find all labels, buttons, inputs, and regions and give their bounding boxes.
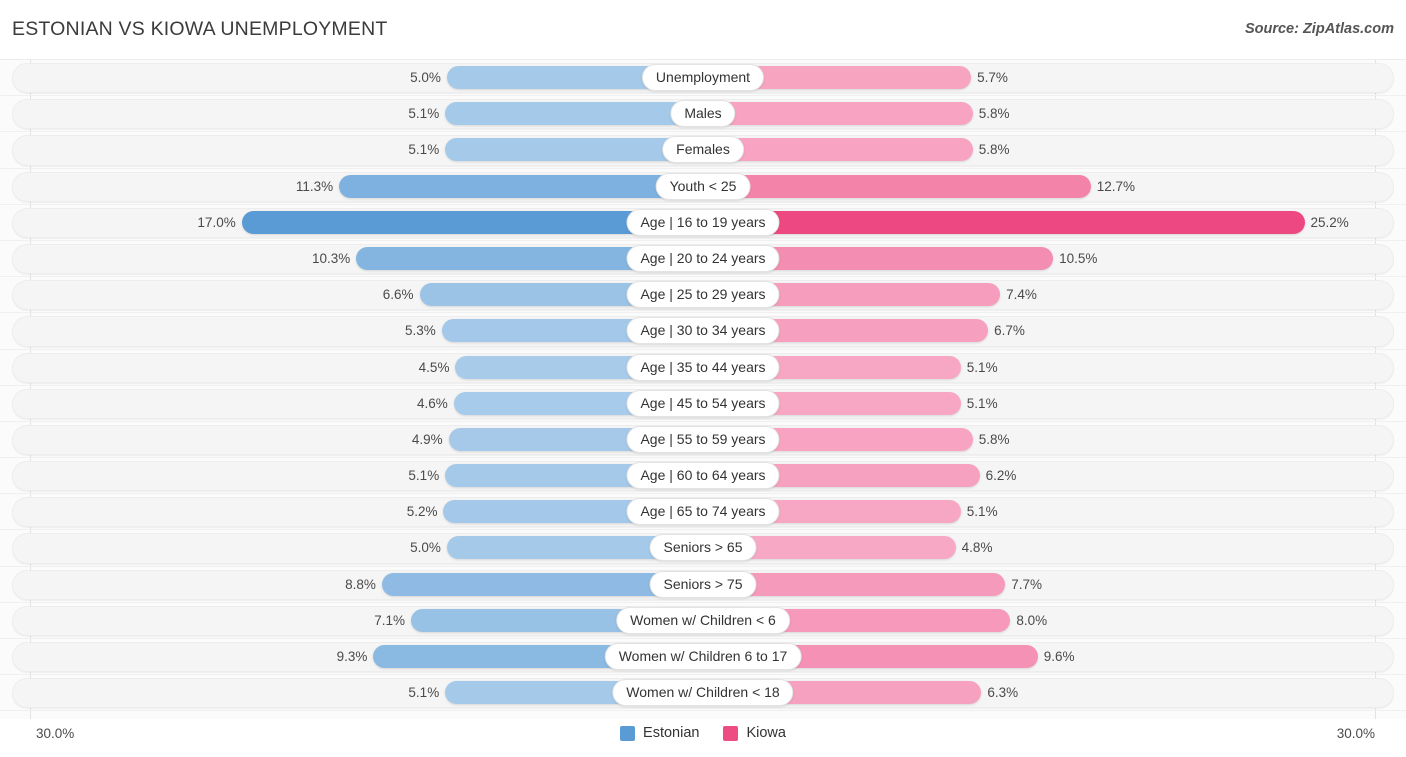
value-label-estonian: 5.1%	[408, 106, 440, 122]
chart-page: ESTONIAN VS KIOWA UNEMPLOYMENT Source: Z…	[0, 0, 1406, 757]
chart-row: 5.1% 5.8% Males	[0, 96, 1406, 133]
value-label-estonian: 9.3%	[336, 649, 368, 664]
value-label-estonian: 8.8%	[345, 576, 376, 592]
chart-row: 5.0% 5.7% Unemployment	[0, 60, 1406, 97]
bar-kiowa	[703, 210, 1305, 234]
value-label-estonian: 5.3%	[405, 323, 436, 339]
bar-estonian	[445, 102, 703, 126]
value-label-kiowa: 4.8%	[961, 540, 993, 556]
category-label-pill: Age | 16 to 19 years	[626, 208, 780, 236]
value-label-kiowa: 5.1%	[966, 395, 998, 411]
value-label-kiowa: 5.8%	[978, 106, 1010, 122]
value-label-estonian: 5.0%	[410, 540, 441, 556]
value-label-kiowa: 10.5%	[1059, 250, 1098, 266]
legend-swatch-icon	[723, 725, 739, 741]
category-label-pill: Age | 25 to 29 years	[626, 281, 780, 309]
chart-row: 5.1% 6.2% Age | 60 to 64 years	[0, 458, 1406, 495]
category-label-pill: Age | 55 to 59 years	[626, 425, 780, 453]
chart-legend: Estonian Kiowa	[0, 725, 1406, 741]
value-label-kiowa: 7.4%	[1006, 287, 1037, 303]
category-label-pill: Age | 45 to 54 years	[626, 389, 780, 417]
chart-row: 8.8% 7.7% Seniors > 75	[0, 567, 1406, 603]
value-label-estonian: 4.5%	[418, 359, 450, 375]
category-label-pill: Age | 35 to 44 years	[626, 353, 780, 381]
value-label-estonian: 5.2%	[406, 504, 438, 520]
chart-row: 7.1% 8.0% Women w/ Children < 6	[0, 603, 1406, 639]
category-label-pill: Males	[670, 100, 736, 128]
value-label-kiowa: 6.3%	[987, 685, 1019, 701]
category-label-pill: Age | 30 to 34 years	[626, 317, 780, 345]
chart-row: 5.1% 6.3% Women w/ Children < 18	[0, 675, 1406, 712]
chart-row: 5.2% 5.1% Age | 65 to 74 years	[0, 494, 1406, 531]
value-label-kiowa: 5.1%	[966, 359, 998, 375]
bar-kiowa	[703, 102, 973, 126]
bar-estonian	[339, 174, 703, 198]
category-label-pill: Age | 60 to 64 years	[626, 462, 780, 490]
value-label-kiowa: 7.7%	[1011, 576, 1043, 592]
chart-plot-area: 5.0% 5.7% Unemployment 5.1% 5.8% Males 5.1% 5.8…	[0, 59, 1406, 719]
value-label-estonian: 5.0%	[410, 70, 441, 85]
category-label-pill: Unemployment	[641, 64, 765, 91]
value-label-kiowa: 6.7%	[994, 323, 1025, 339]
legend-item[interactable]: Estonian	[620, 725, 699, 741]
chart-row: 10.3% 10.5% Age | 20 to 24 years	[0, 241, 1406, 278]
chart-row: 5.1% 5.8% Females	[0, 132, 1406, 169]
legend-swatch-icon	[620, 725, 636, 741]
value-label-kiowa: 5.8%	[978, 431, 1010, 447]
bar-kiowa	[703, 174, 1091, 198]
value-label-estonian: 5.1%	[408, 468, 440, 484]
value-label-estonian: 7.1%	[374, 612, 405, 628]
chart-row: 5.3% 6.7% Age | 30 to 34 years	[0, 313, 1406, 350]
chart-row: 9.3% 9.6% Women w/ Children 6 to 17	[0, 639, 1406, 676]
category-label-pill: Seniors > 65	[649, 534, 757, 562]
category-label-pill: Age | 20 to 24 years	[626, 244, 780, 272]
value-label-estonian: 6.6%	[382, 287, 414, 303]
category-label-pill: Females	[662, 136, 744, 164]
legend-label: Kiowa	[746, 725, 786, 741]
value-label-estonian: 4.9%	[411, 431, 443, 447]
value-label-kiowa: 6.2%	[985, 468, 1017, 484]
category-label-pill: Age | 65 to 74 years	[626, 498, 780, 526]
category-label-pill: Women w/ Children < 18	[612, 679, 794, 707]
chart-header: ESTONIAN VS KIOWA UNEMPLOYMENT Source: Z…	[0, 0, 1406, 57]
value-label-kiowa: 5.8%	[978, 142, 1010, 158]
value-label-estonian: 4.6%	[416, 395, 448, 411]
value-label-estonian: 5.1%	[408, 685, 440, 701]
value-label-estonian: 10.3%	[312, 250, 351, 266]
value-label-kiowa: 5.7%	[977, 70, 1008, 85]
category-label-pill: Women w/ Children < 6	[616, 606, 790, 634]
source-attribution: Source: ZipAtlas.com	[1244, 21, 1394, 37]
page-title: ESTONIAN VS KIOWA UNEMPLOYMENT	[12, 18, 388, 40]
value-label-estonian: 17.0%	[197, 214, 236, 230]
chart-row: 4.5% 5.1% Age | 35 to 44 years	[0, 350, 1406, 386]
value-label-estonian: 11.3%	[295, 178, 334, 194]
chart-row: 11.3% 12.7% Youth < 25	[0, 169, 1406, 205]
value-label-kiowa: 9.6%	[1043, 649, 1075, 664]
row-separator	[0, 710, 1406, 712]
category-label-pill: Women w/ Children 6 to 17	[604, 643, 802, 670]
chart-row: 6.6% 7.4% Age | 25 to 29 years	[0, 277, 1406, 314]
legend-label: Estonian	[643, 725, 700, 741]
category-label-pill: Seniors > 75	[649, 570, 757, 598]
chart-row: 17.0% 25.2% Age | 16 to 19 years	[0, 205, 1406, 241]
value-label-kiowa: 25.2%	[1310, 214, 1349, 230]
value-label-estonian: 5.1%	[408, 142, 440, 158]
value-label-kiowa: 5.1%	[966, 504, 998, 520]
value-label-kiowa: 12.7%	[1096, 178, 1136, 194]
value-label-kiowa: 8.0%	[1016, 612, 1048, 628]
chart-row: 4.6% 5.1% Age | 45 to 54 years	[0, 386, 1406, 422]
category-label-pill: Youth < 25	[655, 172, 751, 200]
legend-item[interactable]: Kiowa	[723, 725, 786, 741]
chart-rows: 5.0% 5.7% Unemployment 5.1% 5.8% Males 5.1% 5.8…	[0, 60, 1406, 712]
chart-row: 4.9% 5.8% Age | 55 to 59 years	[0, 422, 1406, 459]
chart-row: 5.0% 4.8% Seniors > 65	[0, 530, 1406, 567]
chart-footer: 30.0% 30.0% Estonian Kiowa	[0, 719, 1406, 757]
